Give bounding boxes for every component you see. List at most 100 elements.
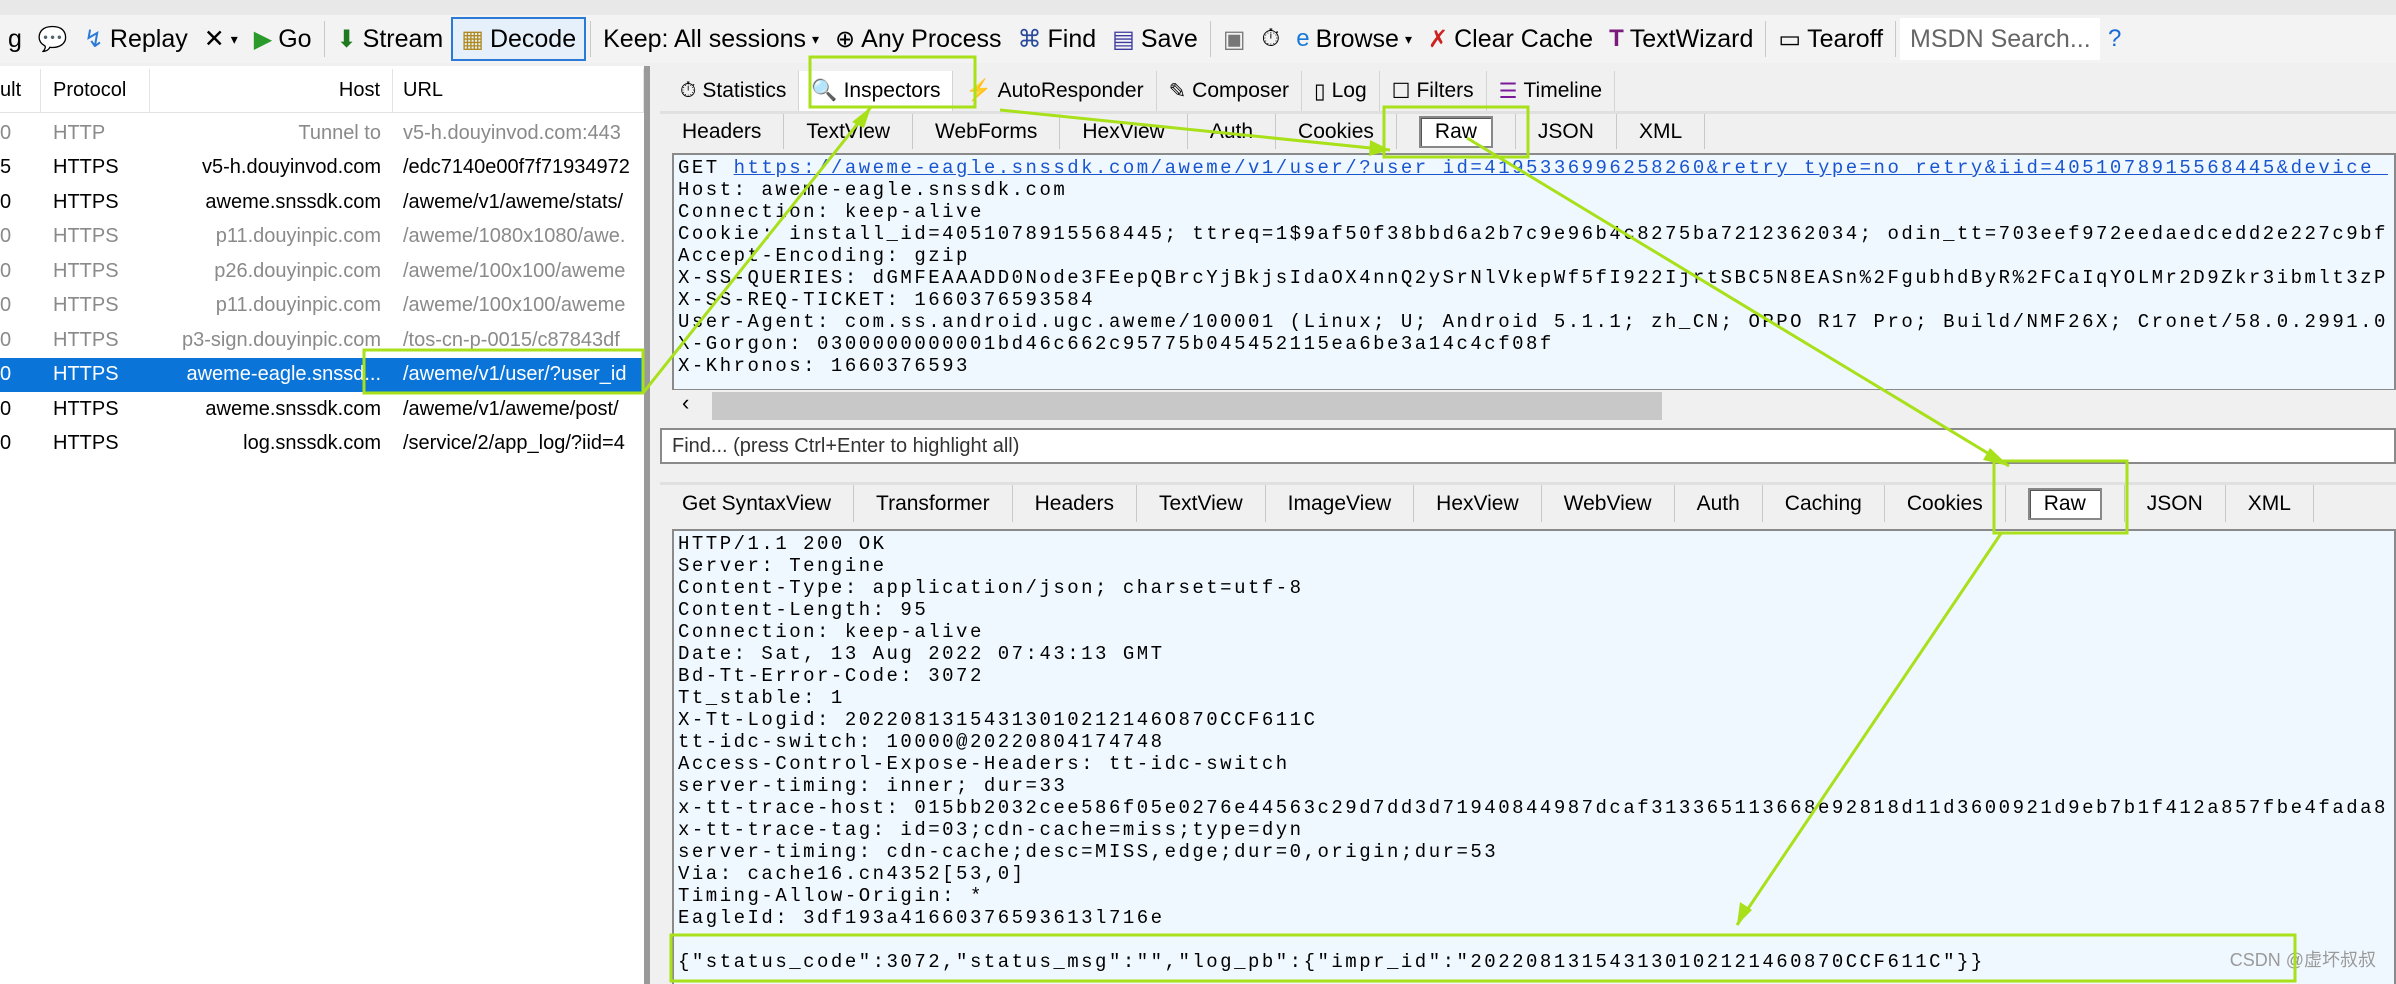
request-tab-hexview[interactable]: HexView xyxy=(1060,114,1188,149)
session-host: p11.douyinpic.com xyxy=(215,225,381,247)
request-raw-text[interactable]: GET https://aweme-eagle.snssdk.com/aweme… xyxy=(672,153,2396,391)
any-process-button[interactable]: ⊕ Any Process xyxy=(827,17,1009,61)
find-input[interactable]: Find... (press Ctrl+Enter to highlight a… xyxy=(660,428,2396,464)
tab-label: XML xyxy=(2247,491,2291,515)
tab-composer[interactable]: ✎ Composer xyxy=(1156,71,1303,111)
response-tab-json[interactable]: JSON xyxy=(2125,485,2226,522)
go-button[interactable]: ▶ Go xyxy=(246,17,320,61)
tearoff-button[interactable]: ▭ Tearoff xyxy=(1770,17,1891,61)
session-row[interactable]: 0 HTTPS p3-sign.douyinpic.com/tos-cn-p-001… xyxy=(0,323,644,357)
response-header-line: server-timing: inner; dur=33 xyxy=(678,775,1068,797)
request-header-line: X-Gorgon: 0300000000001bd46c662c95775b04… xyxy=(678,333,1554,355)
session-list[interactable]: ult Protocol Host URL 0 HTTP Tunnel to v5-h… xyxy=(0,66,650,984)
session-row[interactable]: 0 HTTPS aweme.snssdk.com/aweme/v1/aweme/po… xyxy=(0,392,644,426)
response-tab-cookies[interactable]: Cookies xyxy=(1885,485,2006,522)
msdn-search-input[interactable]: MSDN Search... xyxy=(1900,18,2101,60)
browse-button[interactable]: e Browse ▾ xyxy=(1288,17,1420,61)
session-list-header: ult Protocol Host URL xyxy=(0,68,644,113)
response-tab-hexview[interactable]: HexView xyxy=(1414,485,1542,522)
stopwatch-icon: ⏱ xyxy=(680,79,697,102)
response-tab-textview[interactable]: TextView xyxy=(1137,485,1266,522)
session-result: 0 xyxy=(0,190,12,213)
response-tabs: Get SyntaxView Transformer Headers TextView… xyxy=(660,482,2396,522)
session-row[interactable]: 0 HTTPS aweme-eagle.snssd... /aweme/v1/user… xyxy=(0,357,644,392)
tab-timeline[interactable]: ☰ Timeline xyxy=(1486,71,1616,111)
request-header-line: Cookie: install_id=4051078915568445; ttr… xyxy=(678,223,2388,245)
session-host: p3-sign.douyinpic.com xyxy=(182,328,381,351)
timer-button[interactable]: ⏱ xyxy=(1254,17,1289,61)
response-tab-get-syntaxview[interactable]: Get SyntaxView xyxy=(660,485,855,522)
session-protocol: HTTPS xyxy=(53,397,119,420)
dropdown-arrow-icon: ▾ xyxy=(230,30,238,47)
request-tab-textview[interactable]: TextView xyxy=(784,114,914,149)
scrollbar-thumb[interactable] xyxy=(712,392,1662,420)
session-row[interactable]: 0 HTTPS p11.douyinpic.com/aweme/1080x1080/… xyxy=(0,220,644,254)
help-button[interactable]: ? xyxy=(2100,17,2129,61)
response-tab-imageview[interactable]: ImageView xyxy=(1266,485,1415,522)
comment-button[interactable]: 💬 xyxy=(30,17,76,61)
session-protocol: HTTP xyxy=(53,121,106,144)
response-header-line: Connection: keep-alive xyxy=(678,621,984,643)
request-tab-json[interactable]: JSON xyxy=(1516,114,1617,149)
main-tabs: ⏱ Statistics 🔍 Inspectors ⚡ AutoResponder ✎… xyxy=(668,71,1616,111)
request-tab-xml[interactable]: XML xyxy=(1617,114,1706,149)
request-tab-cookies[interactable]: Cookies xyxy=(1276,114,1397,149)
session-result: 0 xyxy=(0,328,12,351)
magnifier-icon: 🔍 xyxy=(811,79,838,102)
tab-label: TextView xyxy=(1159,491,1243,515)
tab-log[interactable]: ▯ Log xyxy=(1302,71,1380,111)
column-result[interactable]: ult xyxy=(0,68,41,113)
request-header-line: Accept-Encoding: gzip xyxy=(678,245,970,267)
response-raw-text[interactable]: HTTP/1.1 200 OK Server: Tengine Content-Ty… xyxy=(672,529,2396,984)
response-tab-caching[interactable]: Caching xyxy=(1763,485,1885,522)
request-tab-auth[interactable]: Auth xyxy=(1188,114,1277,149)
response-tab-headers[interactable]: Headers xyxy=(1013,485,1137,522)
session-row[interactable]: 0 HTTPS log.snssdk.com/service/2/app_log/?… xyxy=(0,427,644,461)
session-row[interactable]: 0 HTTP Tunnel to v5-h.douyinvod.com:443 xyxy=(0,116,644,150)
session-protocol: HTTPS xyxy=(53,259,119,282)
keep-sessions-dropdown[interactable]: Keep: All sessions ▾ xyxy=(595,17,827,61)
save-icon: ▤ xyxy=(1112,25,1135,53)
session-row[interactable]: 0 HTTPS p11.douyinpic.com/aweme/100x100/aw… xyxy=(0,289,644,323)
tab-inspectors[interactable]: 🔍 Inspectors xyxy=(799,71,954,111)
request-tab-headers[interactable]: Headers xyxy=(660,114,785,149)
response-tab-xml[interactable]: XML xyxy=(2226,485,2314,522)
tab-filters[interactable]: ☐ Filters xyxy=(1379,71,1487,111)
save-button[interactable]: ▤ Save xyxy=(1104,17,1206,61)
replay-button[interactable]: ↯ Replay xyxy=(76,17,196,61)
decode-button[interactable]: ▦ Decode xyxy=(451,17,587,61)
screenshot-button[interactable]: ▣ xyxy=(1215,17,1254,61)
response-header-line: Access-Control-Expose-Headers: tt-idc-sw… xyxy=(678,753,1290,775)
response-tab-webview[interactable]: WebView xyxy=(1542,485,1675,522)
response-header-line: HTTP/1.1 200 OK xyxy=(678,533,887,555)
session-row[interactable]: 0 HTTPS aweme.snssdk.com/aweme/v1/aweme/st… xyxy=(0,185,644,219)
session-row[interactable]: 5 HTTPS v5-h.douyinvod.com/edc7140e00f7f71… xyxy=(0,151,644,185)
column-protocol[interactable]: Protocol xyxy=(41,68,150,113)
separator xyxy=(590,21,592,57)
clear-cache-button[interactable]: ✗ Clear Cache xyxy=(1420,17,1601,61)
session-url: /aweme/v1/user/?user_id xyxy=(403,363,627,385)
response-header-line: Content-Length: 95 xyxy=(678,599,929,621)
scroll-left-icon[interactable]: ‹ xyxy=(672,390,689,415)
column-url[interactable]: URL xyxy=(393,68,644,113)
request-header-line: X-SS-REQ-TICKET: 1660376593584 xyxy=(678,289,1096,311)
response-tab-auth[interactable]: Auth xyxy=(1675,485,1763,522)
remove-button[interactable]: ✕ ▾ xyxy=(196,17,246,61)
find-button[interactable]: ⌘ Find xyxy=(1010,17,1105,61)
tab-autoresponder[interactable]: ⚡ AutoResponder xyxy=(953,71,1157,111)
request-tab-raw[interactable]: Raw xyxy=(1397,114,1516,149)
response-body: {"status_code":3072,"status_msg":"","log… xyxy=(678,951,1985,973)
request-url-link[interactable]: https://aweme-eagle.snssdk.com/aweme/v1/… xyxy=(734,157,2388,179)
session-row[interactable]: 0 HTTPS p26.douyinpic.com/aweme/100x100/aw… xyxy=(0,254,644,288)
column-host[interactable]: Host xyxy=(150,68,393,113)
textwizard-button[interactable]: T TextWizard xyxy=(1601,17,1761,61)
response-tab-transformer[interactable]: Transformer xyxy=(854,485,1013,522)
response-header-line: Content-Type: application/json; charset=… xyxy=(678,577,1304,599)
tab-label: XML xyxy=(1638,119,1683,143)
stream-button[interactable]: ⬇ Stream xyxy=(329,17,452,61)
request-tab-webforms[interactable]: WebForms xyxy=(913,114,1061,149)
response-header-line: Via: cache16.cn4352[53,0] xyxy=(678,863,1026,885)
tab-statistics[interactable]: ⏱ Statistics xyxy=(668,71,800,111)
tearoff-icon: ▭ xyxy=(1778,25,1802,53)
response-tab-raw[interactable]: Raw xyxy=(2006,485,2125,522)
